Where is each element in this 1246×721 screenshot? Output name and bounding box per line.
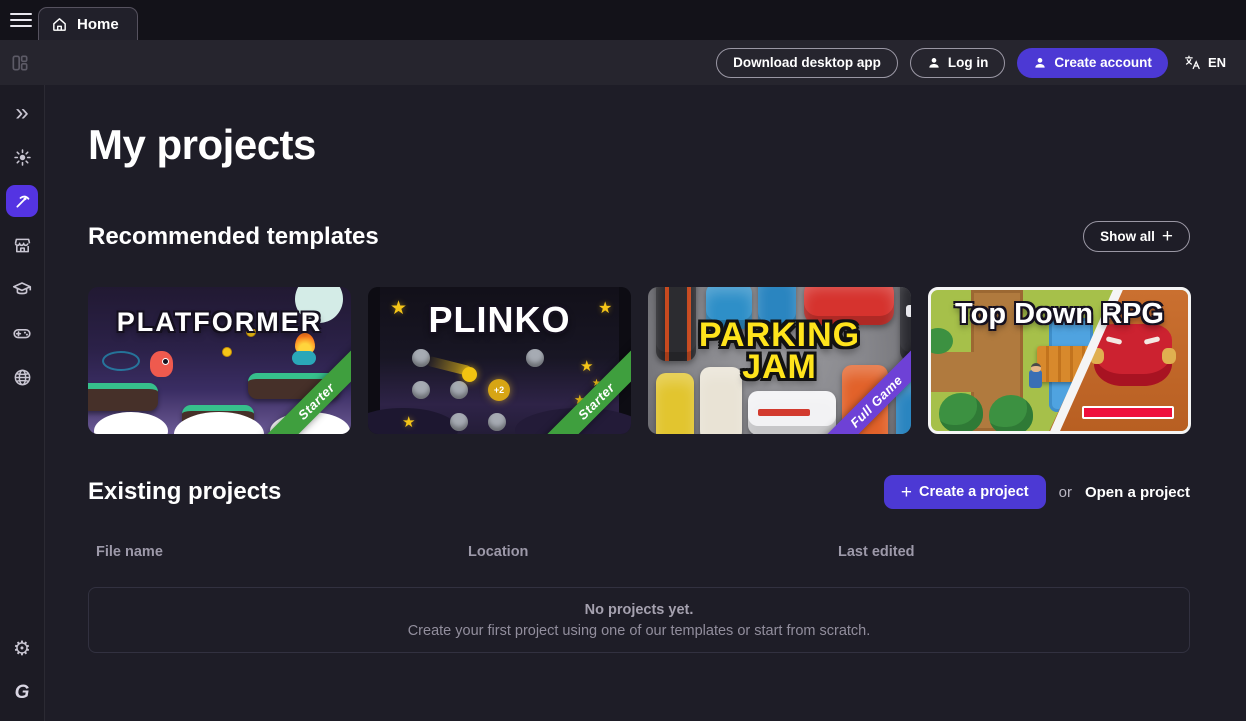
download-desktop-app-button[interactable]: Download desktop app	[716, 48, 898, 78]
health-bar-art	[1082, 406, 1174, 419]
toolbar: Download desktop app Log in Create accou…	[0, 40, 1246, 85]
menu-icon[interactable]	[10, 13, 32, 27]
template-title-line: JAM	[648, 351, 911, 383]
tree-art	[939, 393, 983, 433]
person-icon	[1033, 56, 1047, 70]
gear-icon: ⚙	[13, 639, 31, 659]
ball-art	[462, 367, 477, 382]
eye-art	[102, 351, 140, 371]
translate-icon	[1184, 54, 1201, 71]
create-project-button[interactable]: + Create a project	[884, 475, 1046, 509]
peg-art	[488, 413, 506, 431]
templates-heading: Recommended templates	[88, 223, 379, 251]
sidebar-expand[interactable]: »	[0, 91, 44, 135]
empty-state-title: No projects yet.	[585, 602, 694, 618]
plus-icon: +	[901, 483, 912, 502]
person-icon	[927, 56, 941, 70]
login-label: Log in	[948, 55, 989, 70]
page-title: My projects	[88, 121, 1190, 169]
player-character-art	[150, 351, 173, 377]
template-cards: PLATFORMER Starter +2 ★ ★ ★ ★ ★ ★ PLINKO…	[88, 287, 1190, 434]
sparkle-icon	[12, 147, 33, 168]
pickaxe-icon	[13, 192, 32, 211]
game-controller-icon	[11, 322, 33, 344]
sidebar-item-community[interactable]	[0, 355, 44, 399]
empty-state-subtitle: Create your first project using one of o…	[408, 623, 871, 639]
column-last-edited: Last edited	[838, 544, 1190, 560]
open-project-link[interactable]: Open a project	[1085, 484, 1190, 501]
existing-projects-heading: Existing projects	[88, 478, 281, 506]
tree-art	[989, 395, 1033, 434]
bonus-peg-art: +2	[488, 379, 510, 401]
star-icon: ★	[580, 359, 593, 374]
column-location: Location	[468, 544, 838, 560]
peg-art	[526, 349, 544, 367]
login-button[interactable]: Log in	[910, 48, 1006, 78]
cloud-art	[94, 412, 168, 434]
tab-bar: Home	[0, 0, 1246, 40]
coin-art	[222, 347, 232, 357]
column-file-name: File name	[88, 544, 468, 560]
template-card-plinko[interactable]: +2 ★ ★ ★ ★ ★ ★ PLINKO Starter	[368, 287, 631, 434]
globe-icon	[12, 367, 33, 388]
player-character-art	[1029, 370, 1042, 388]
create-account-label: Create account	[1054, 55, 1152, 70]
sidebar-item-build[interactable]	[0, 179, 44, 223]
home-icon	[51, 16, 68, 33]
show-all-button[interactable]: Show all +	[1083, 221, 1190, 252]
graduation-cap-icon	[11, 278, 33, 300]
template-title: PLINKO	[368, 299, 631, 341]
peg-art	[412, 381, 430, 399]
template-card-top-down-rpg[interactable]: Top Down RPG	[928, 287, 1191, 434]
sidebar-item-get-started[interactable]	[0, 135, 44, 179]
template-card-parking-jam[interactable]: PARKING JAM Full Game	[648, 287, 911, 434]
create-project-label: Create a project	[919, 484, 1029, 500]
ambulance-art	[748, 391, 836, 434]
template-title: PARKING JAM	[648, 319, 911, 384]
path-art	[931, 352, 991, 392]
template-title: Top Down RPG	[931, 298, 1188, 331]
peg-art	[450, 381, 468, 399]
template-card-platformer[interactable]: PLATFORMER Starter	[88, 287, 351, 434]
gdevelop-logo-icon[interactable]: G	[0, 675, 44, 711]
boss-monster-art	[1094, 324, 1172, 386]
sidebar-item-preferences[interactable]: ⚙	[0, 631, 44, 667]
template-title: PLATFORMER	[88, 307, 351, 338]
tab-label: Home	[77, 16, 119, 33]
sidebar-item-play[interactable]	[0, 311, 44, 355]
peg-art	[450, 413, 468, 431]
tab-home[interactable]: Home	[38, 7, 138, 40]
create-account-button[interactable]: Create account	[1017, 48, 1168, 78]
layout-panels-icon[interactable]	[10, 53, 30, 73]
star-icon: ★	[402, 415, 415, 430]
storefront-icon	[12, 235, 33, 256]
language-selector[interactable]: EN	[1180, 54, 1230, 71]
projects-table-header: File name Location Last edited	[88, 544, 1190, 560]
bush-art	[928, 328, 953, 354]
empty-projects-state: No projects yet. Create your first proje…	[88, 587, 1190, 653]
sidebar: »	[0, 85, 45, 721]
plus-icon: +	[1162, 227, 1173, 246]
template-title-line: PARKING	[648, 319, 911, 351]
home-page: My projects Recommended templates Show a…	[45, 85, 1246, 721]
sidebar-item-shop[interactable]	[0, 223, 44, 267]
platform-art	[88, 383, 158, 411]
or-text: or	[1059, 484, 1072, 501]
language-label: EN	[1208, 55, 1226, 70]
show-all-label: Show all	[1100, 229, 1155, 244]
double-chevron-right-icon: »	[15, 101, 28, 125]
sidebar-item-learn[interactable]	[0, 267, 44, 311]
